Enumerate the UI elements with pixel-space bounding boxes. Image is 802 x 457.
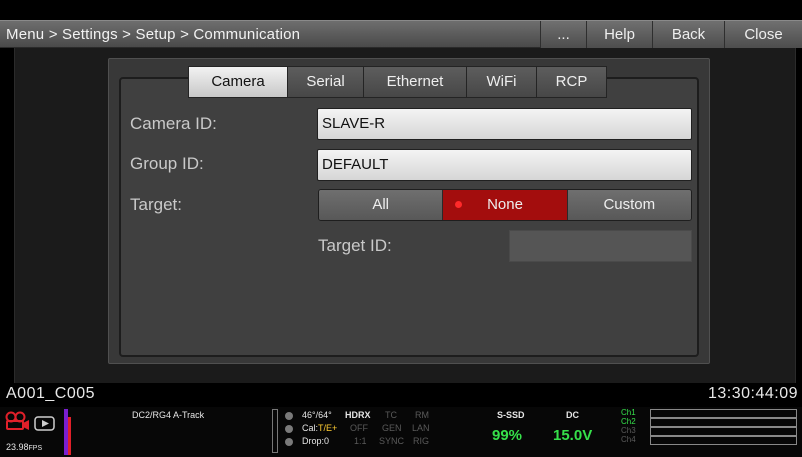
target-option-none[interactable]: None	[443, 190, 568, 220]
target-option-none-label: None	[487, 196, 523, 213]
audio-meter-ch1	[650, 409, 797, 418]
histogram-bar-red	[68, 417, 71, 455]
status-led-2	[285, 425, 293, 433]
more-button[interactable]: ...	[540, 21, 586, 48]
timecode: 13:30:44:09	[707, 385, 798, 402]
target-id-label: Target ID:	[318, 236, 392, 255]
hdrx-label: HDRX	[345, 410, 371, 420]
temperature: 46°/64°	[302, 410, 332, 420]
clip-info-bar	[0, 383, 802, 407]
fps-value: 23.98	[6, 442, 29, 452]
camera-id-input[interactable]: SLAVE-R	[317, 108, 692, 140]
target-option-custom[interactable]: Custom	[567, 190, 691, 220]
track-info: DC2/RG4 A-Track	[132, 410, 205, 420]
group-id-input[interactable]: DEFAULT	[317, 149, 692, 181]
media-value: 99%	[492, 427, 523, 444]
audio-meter-ch3	[650, 427, 797, 436]
media-label: S-SSD	[497, 410, 525, 420]
hdrx-state: OFF	[350, 423, 368, 433]
tab-wifi[interactable]: WiFi	[467, 66, 537, 98]
clip-name: A001_C005	[6, 385, 96, 402]
gen-indicator: GEN	[382, 423, 402, 433]
title-bar: Menu > Settings > Setup > Communication …	[0, 20, 802, 48]
target-id-input[interactable]	[509, 230, 692, 262]
target-label: Target:	[130, 195, 182, 214]
group-id-label: Group ID:	[130, 154, 204, 173]
channel-4-label: Ch4	[621, 435, 636, 444]
audio-meter-ch4	[650, 436, 797, 445]
rm-indicator: RM	[415, 410, 429, 420]
status-bar: 23.98FPS DC2/RG4 A-Track 46°/64° Cal:T/E…	[0, 407, 802, 457]
back-button[interactable]: Back	[652, 21, 724, 48]
drop-frames: Drop:0	[302, 436, 330, 446]
channel-2-label: Ch2	[621, 417, 636, 426]
breadcrumb: Menu > Settings > Setup > Communication	[6, 26, 301, 43]
tab-ethernet[interactable]: Ethernet	[364, 66, 467, 98]
target-selector: All None Custom	[318, 189, 692, 221]
cal-label: Cal:	[302, 423, 319, 433]
channel-1-label: Ch1	[621, 408, 636, 417]
status-led-1	[285, 412, 293, 420]
cal-value: T/E+	[318, 423, 338, 433]
tab-bar: Camera Serial Ethernet WiFi RCP	[188, 66, 607, 98]
help-button[interactable]: Help	[586, 21, 652, 48]
tc-indicator: TC	[385, 410, 397, 420]
channel-3-label: Ch3	[621, 426, 636, 435]
audio-meter-ch2	[650, 418, 797, 427]
camera-id-label: Camera ID:	[130, 114, 217, 133]
selected-indicator-icon	[455, 201, 463, 208]
top-black-strip	[0, 0, 802, 8]
status-led-3	[285, 438, 293, 446]
fps-unit: FPS	[28, 445, 43, 452]
target-option-all[interactable]: All	[319, 190, 444, 220]
close-button[interactable]: Close	[724, 21, 802, 48]
power-value: 15.0V	[553, 427, 593, 444]
camera-record-icon[interactable]	[4, 410, 56, 432]
tab-camera[interactable]: Camera	[188, 66, 288, 98]
sync-indicator: SYNC	[379, 436, 405, 446]
audio-meter-left	[272, 409, 278, 453]
lan-indicator: LAN	[412, 423, 430, 433]
power-label: DC	[566, 410, 579, 420]
tab-serial[interactable]: Serial	[288, 66, 364, 98]
tab-rcp[interactable]: RCP	[537, 66, 607, 98]
ratio: 1:1	[354, 436, 367, 446]
rig-indicator: RIG	[413, 436, 430, 446]
